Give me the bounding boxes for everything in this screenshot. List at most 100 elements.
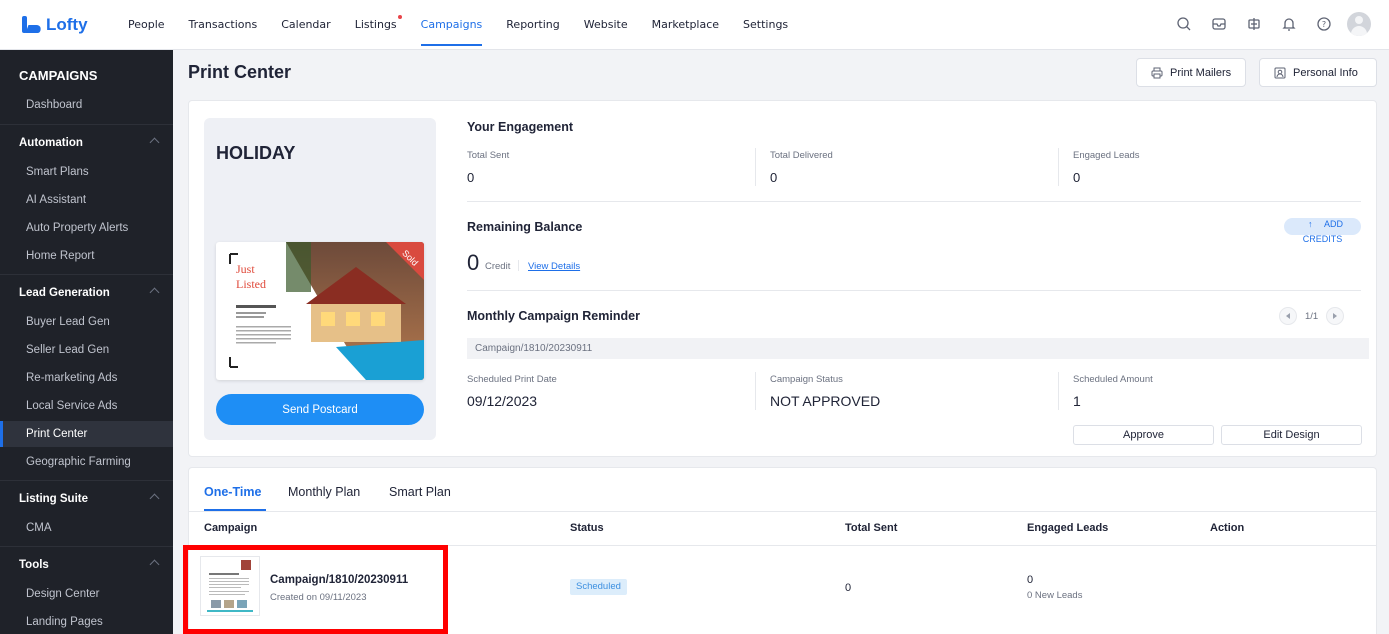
sidebar-item-auto-property-alerts[interactable]: Auto Property Alerts <box>0 215 173 241</box>
lofty-logo-icon <box>22 16 41 33</box>
divider <box>188 511 1377 512</box>
divider <box>467 290 1361 291</box>
divider <box>518 260 519 271</box>
column-header-status: Status <box>570 522 604 534</box>
reminder-campaign-name: Campaign/1810/20230911 <box>467 338 1369 359</box>
id-card-icon <box>1274 67 1286 78</box>
chevron-left-icon <box>1286 313 1290 319</box>
add-credits-label-1: ADD <box>1323 219 1343 229</box>
sidebar-group-lead-generation[interactable]: Lead Generation <box>0 280 173 306</box>
print-mailers-button[interactable]: Print Mailers <box>1136 58 1247 87</box>
scheduled-print-date-value: 09/12/2023 <box>467 393 538 409</box>
nav-item-website[interactable]: Website <box>584 0 628 50</box>
sidebar-item-smart-plans[interactable]: Smart Plans <box>0 159 173 185</box>
nav-item-marketplace[interactable]: Marketplace <box>652 0 719 50</box>
sidebar-item-print-center[interactable]: Print Center <box>0 421 173 447</box>
sidebar: CAMPAIGNS Dashboard Automation Smart Pla… <box>0 50 173 634</box>
nav-item-listings[interactable]: Listings <box>354 0 402 50</box>
sidebar-item-ai-assistant[interactable]: AI Assistant <box>0 187 173 213</box>
brand-logo[interactable]: Lofty <box>22 15 128 35</box>
divider <box>755 148 756 186</box>
sidebar-group-label: Listing Suite <box>19 493 88 505</box>
view-details-link[interactable]: View Details <box>528 261 580 272</box>
sidebar-item-landing-pages[interactable]: Landing Pages <box>0 609 173 634</box>
search-icon[interactable] <box>1172 12 1196 36</box>
prev-page-button[interactable] <box>1279 307 1297 325</box>
tab-monthly-plan[interactable]: Monthly Plan <box>288 485 360 499</box>
personal-info-label: Personal Info <box>1293 66 1358 79</box>
sidebar-item-remarketing-ads[interactable]: Re-marketing Ads <box>0 365 173 391</box>
edit-design-button[interactable]: Edit Design <box>1221 425 1362 445</box>
sidebar-divider <box>0 274 173 275</box>
total-sent-cell: 0 <box>845 582 852 594</box>
sidebar-group-automation[interactable]: Automation <box>0 130 173 156</box>
highlight-box <box>183 545 448 634</box>
help-icon[interactable]: ? <box>1312 12 1336 36</box>
engaged-leads-value: 0 <box>1073 170 1081 185</box>
sidebar-item-geographic-farming[interactable]: Geographic Farming <box>0 449 173 475</box>
print-mailers-label: Print Mailers <box>1170 66 1232 79</box>
balance-unit: Credit <box>485 261 511 272</box>
nav-icon-group: ? <box>1172 12 1371 36</box>
inbox-icon[interactable] <box>1207 12 1231 36</box>
arrow-up-icon: ↑ <box>1308 219 1313 229</box>
scheduled-amount-value: 1 <box>1073 393 1081 409</box>
sidebar-divider <box>0 124 173 125</box>
nav-item-calendar[interactable]: Calendar <box>281 0 330 50</box>
personal-info-button[interactable]: Personal Info <box>1259 58 1377 87</box>
engagement-title: Your Engagement <box>467 120 574 134</box>
sidebar-group-label: Tools <box>19 559 49 571</box>
sidebar-item-home-report[interactable]: Home Report <box>0 243 173 269</box>
chevron-up-icon <box>149 493 160 504</box>
pager-text: 1/1 <box>1305 310 1319 322</box>
sidebar-item-seller-lead-gen[interactable]: Seller Lead Gen <box>0 337 173 363</box>
tab-one-time[interactable]: One-Time <box>204 485 261 499</box>
postcard-preview-panel: HOLIDAY Just Listed Sold Send Postcard <box>204 118 436 440</box>
total-delivered-label: Total Delivered <box>770 150 833 161</box>
add-credits-button[interactable]: ↑ ADD CREDITS <box>1284 218 1361 244</box>
bell-icon[interactable] <box>1277 12 1301 36</box>
campaign-status-label: Campaign Status <box>770 374 843 385</box>
next-page-button[interactable] <box>1326 307 1345 325</box>
remaining-balance-title: Remaining Balance <box>467 220 583 234</box>
total-delivered-value: 0 <box>770 170 778 185</box>
tab-smart-plan[interactable]: Smart Plan <box>389 485 451 499</box>
scheduled-amount-label: Scheduled Amount <box>1073 374 1153 385</box>
chevron-up-icon <box>149 287 160 298</box>
avatar[interactable] <box>1347 12 1371 36</box>
postcard-just-text: Just <box>236 262 255 276</box>
sidebar-item-dashboard[interactable]: Dashboard <box>0 92 173 118</box>
sidebar-group-label: Automation <box>19 137 83 149</box>
approve-button[interactable]: Approve <box>1073 425 1214 445</box>
total-sent-label: Total Sent <box>467 150 510 161</box>
reminder-pager: 1/1 <box>1279 307 1345 325</box>
divider <box>1058 372 1059 410</box>
nav-item-settings[interactable]: Settings <box>743 0 788 50</box>
postcard-listed-text: Listed <box>236 277 266 291</box>
send-postcard-button[interactable]: Send Postcard <box>216 394 424 425</box>
chevron-up-icon <box>149 137 160 148</box>
sidebar-group-tools[interactable]: Tools <box>0 552 173 578</box>
divider <box>467 201 1361 202</box>
total-sent-value: 0 <box>467 170 475 185</box>
column-header-engaged-leads: Engaged Leads <box>1027 522 1109 534</box>
column-header-total-sent: Total Sent <box>845 522 898 534</box>
balance-amount: 0 <box>467 250 480 275</box>
monthly-reminder-title: Monthly Campaign Reminder <box>467 309 640 323</box>
nav-item-campaigns[interactable]: Campaigns <box>420 0 482 50</box>
phone-icon[interactable] <box>1242 12 1266 36</box>
notification-dot <box>397 14 402 19</box>
engaged-leads-label: Engaged Leads <box>1073 150 1140 161</box>
sidebar-item-buyer-lead-gen[interactable]: Buyer Lead Gen <box>0 309 173 335</box>
nav-item-listings-label: Listings <box>354 18 397 31</box>
sidebar-item-design-center[interactable]: Design Center <box>0 581 173 607</box>
nav-item-reporting[interactable]: Reporting <box>506 0 559 50</box>
new-leads-cell: 0 New Leads <box>1027 590 1083 601</box>
sidebar-item-local-service-ads[interactable]: Local Service Ads <box>0 393 173 419</box>
engaged-leads-cell: 0 <box>1027 574 1034 586</box>
nav-item-transactions[interactable]: Transactions <box>189 0 258 50</box>
sidebar-item-cma[interactable]: CMA <box>0 515 173 541</box>
chevron-right-icon <box>1333 313 1338 319</box>
nav-item-people[interactable]: People <box>128 0 165 50</box>
sidebar-group-listing-suite[interactable]: Listing Suite <box>0 486 173 512</box>
